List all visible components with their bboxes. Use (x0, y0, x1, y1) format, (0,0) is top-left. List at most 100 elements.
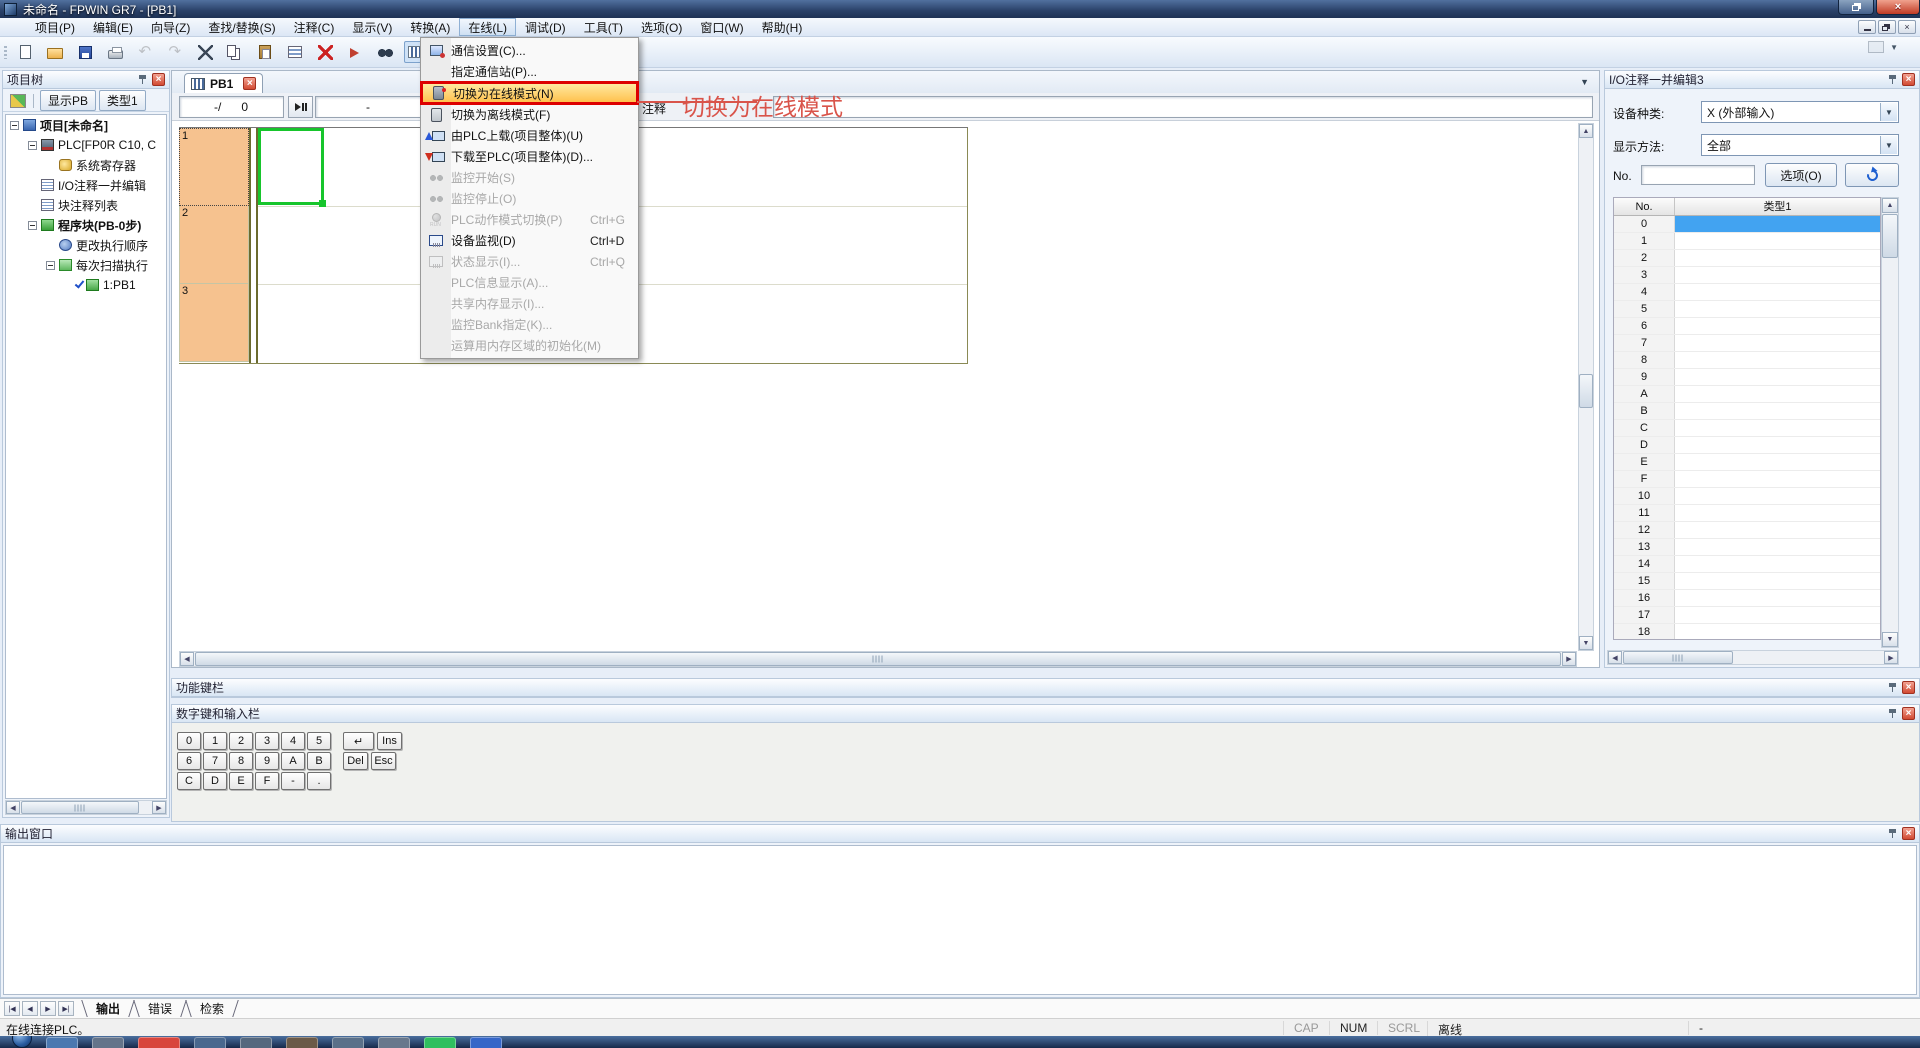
chevron-down-icon[interactable]: ▼ (1880, 136, 1897, 154)
options-button[interactable]: 选项(O) (1765, 163, 1837, 187)
menu-item[interactable]: 运算用内存区域的初始化(M) (421, 335, 638, 356)
menu-item[interactable]: PLC动作模式切换(P) Ctrl+G (421, 209, 638, 230)
tree-hscrollbar[interactable]: ◀ ▶ (5, 800, 167, 815)
taskbar-app-icon[interactable] (332, 1037, 364, 1048)
row-comment-cell[interactable] (1675, 539, 1880, 555)
keypad-key[interactable]: 5 (307, 732, 331, 750)
open-icon[interactable] (44, 41, 66, 63)
row-comment-cell[interactable] (1675, 403, 1880, 419)
table-row[interactable]: 12 (1614, 522, 1880, 539)
row-comment-cell[interactable] (1675, 454, 1880, 470)
tab-list-dropdown-icon[interactable]: ▼ (1580, 77, 1589, 87)
table-row[interactable]: 1 (1614, 233, 1880, 250)
row-comment-cell[interactable] (1675, 488, 1880, 504)
scroll-up-icon[interactable]: ▲ (1579, 124, 1593, 138)
jump-icon[interactable] (344, 41, 366, 63)
menubar-item[interactable]: 转换(A) (401, 18, 459, 36)
scroll-thumb[interactable] (21, 801, 139, 814)
table-row[interactable]: D (1614, 437, 1880, 454)
tab-nav-button[interactable]: ▶| (58, 1001, 74, 1016)
ladder-rung[interactable]: 3 (179, 284, 249, 362)
editor-vscrollbar[interactable]: ▲ ▼ (1578, 123, 1594, 651)
del-key[interactable]: Del (343, 752, 368, 770)
pin-icon[interactable] (1888, 682, 1897, 693)
row-comment-cell[interactable] (1675, 335, 1880, 351)
table-row[interactable]: 14 (1614, 556, 1880, 573)
table-row[interactable]: B (1614, 403, 1880, 420)
menubar-item[interactable]: 在线(L) (459, 18, 516, 36)
menu-item[interactable]: 设备监视(D) Ctrl+D (421, 230, 638, 251)
table-row[interactable]: 8 (1614, 352, 1880, 369)
tree-item[interactable]: 程序块(PB-0步) (6, 215, 166, 235)
keypad-key[interactable]: 1 (203, 732, 227, 750)
table-row[interactable]: 10 (1614, 488, 1880, 505)
taskbar-app-icon[interactable] (378, 1037, 410, 1048)
keypad-key[interactable]: 8 (229, 752, 253, 770)
table-row[interactable]: 9 (1614, 369, 1880, 386)
menubar-item[interactable]: 注释(C) (285, 18, 344, 36)
row-comment-cell[interactable] (1675, 233, 1880, 249)
tree-expand-icon[interactable] (28, 141, 37, 150)
undo-icon[interactable] (134, 41, 156, 63)
copy-icon[interactable] (224, 41, 246, 63)
taskbar-app-icon[interactable] (138, 1037, 180, 1048)
tree-item[interactable]: 每次扫描执行 (6, 255, 166, 275)
scroll-right-icon[interactable]: ▶ (1562, 652, 1576, 666)
close-button[interactable]: × (1876, 0, 1920, 15)
keypad-key[interactable]: D (203, 772, 227, 790)
menubar-item[interactable]: 工具(T) (575, 18, 632, 36)
scroll-thumb[interactable] (1623, 651, 1733, 664)
keypad-key[interactable]: 2 (229, 732, 253, 750)
scroll-down-icon[interactable]: ▼ (1579, 636, 1593, 650)
table-row[interactable]: 18 (1614, 624, 1880, 640)
scroll-left-icon[interactable]: ◀ (6, 801, 20, 814)
no-input[interactable] (1641, 165, 1755, 185)
bottom-tab[interactable]: 输出 (80, 1000, 136, 1017)
row-comment-cell[interactable] (1675, 420, 1880, 436)
new-file-icon[interactable] (14, 41, 36, 63)
scroll-thumb[interactable] (1579, 374, 1593, 408)
save-icon[interactable] (74, 41, 96, 63)
row-comment-cell[interactable] (1675, 505, 1880, 521)
row-comment-cell[interactable] (1675, 386, 1880, 402)
menu-item[interactable]: 监控开始(S) (421, 167, 638, 188)
scroll-down-icon[interactable]: ▼ (1882, 632, 1898, 647)
io-vscrollbar[interactable]: ▲ ▼ (1881, 197, 1899, 648)
menubar-item[interactable]: 向导(Z) (142, 18, 199, 36)
bottom-tab[interactable]: 错误 (132, 1000, 188, 1017)
keypad-key[interactable]: B (307, 752, 331, 770)
keypad-key[interactable]: E (229, 772, 253, 790)
menu-item[interactable]: PLC信息显示(A)... (421, 272, 638, 293)
monitor-toolbar-icon[interactable] (1868, 41, 1884, 53)
editor-hscrollbar[interactable]: ◀ ▶ (179, 651, 1577, 667)
esc-key[interactable]: Esc (371, 752, 396, 770)
pin-icon[interactable] (1888, 708, 1897, 719)
row-comment-cell[interactable] (1675, 369, 1880, 385)
tab-pb1[interactable]: PB1 × (184, 73, 263, 93)
insert-row-icon[interactable] (284, 41, 306, 63)
row-comment-cell[interactable] (1675, 216, 1880, 232)
taskbar-app-icon[interactable] (92, 1037, 124, 1048)
tree-item[interactable]: 项目[未命名] (6, 115, 166, 135)
close-panel-button[interactable]: × (152, 73, 165, 86)
ladder-rung[interactable]: 1 (179, 128, 249, 206)
scroll-thumb[interactable] (1882, 214, 1898, 258)
ladder-selection-cursor[interactable] (258, 128, 324, 205)
table-row[interactable]: C (1614, 420, 1880, 437)
row-comment-cell[interactable] (1675, 250, 1880, 266)
ins-key[interactable]: Ins (377, 732, 402, 750)
tree-expand-icon[interactable] (46, 261, 55, 270)
table-row[interactable]: 4 (1614, 284, 1880, 301)
menu-item[interactable]: 通信设置(C)... (421, 40, 638, 61)
enter-key[interactable]: ↵ (343, 732, 374, 750)
table-row[interactable]: 11 (1614, 505, 1880, 522)
keypad-key[interactable]: 7 (203, 752, 227, 770)
restore-button[interactable] (1838, 0, 1874, 15)
row-comment-cell[interactable] (1675, 471, 1880, 487)
taskbar-app-icon[interactable] (240, 1037, 272, 1048)
monitor-toggle-button[interactable] (288, 96, 313, 118)
keypad-key[interactable]: 6 (177, 752, 201, 770)
menu-item[interactable]: 下载至PLC(项目整体)(D)... (421, 146, 638, 167)
row-comment-cell[interactable] (1675, 318, 1880, 334)
close-tab-button[interactable]: × (243, 77, 256, 90)
